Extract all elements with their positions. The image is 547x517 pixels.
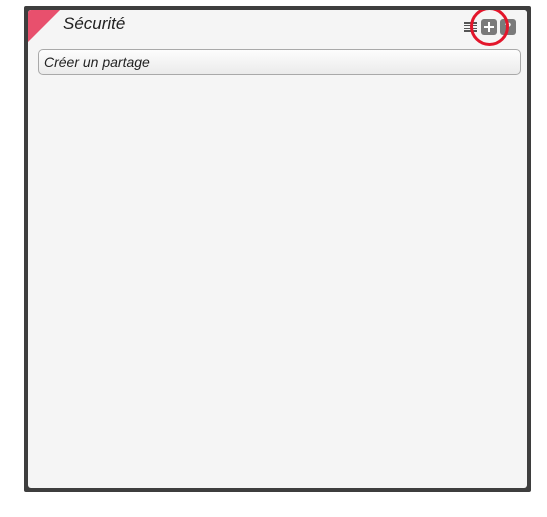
panel-header: Sécurité ? bbox=[28, 10, 527, 46]
security-panel: Sécurité ? Créer un partage bbox=[28, 10, 527, 488]
panel-title: Sécurité bbox=[63, 14, 126, 33]
list-view-icon[interactable] bbox=[464, 22, 477, 32]
add-button[interactable] bbox=[470, 10, 509, 46]
header-toolbar: ? bbox=[464, 10, 516, 46]
panel-corner-flag bbox=[28, 10, 60, 42]
help-icon[interactable]: ? bbox=[500, 19, 516, 35]
plus-icon[interactable] bbox=[481, 19, 497, 35]
create-share-item[interactable]: Créer un partage bbox=[38, 49, 521, 75]
share-list: Créer un partage bbox=[38, 49, 521, 75]
